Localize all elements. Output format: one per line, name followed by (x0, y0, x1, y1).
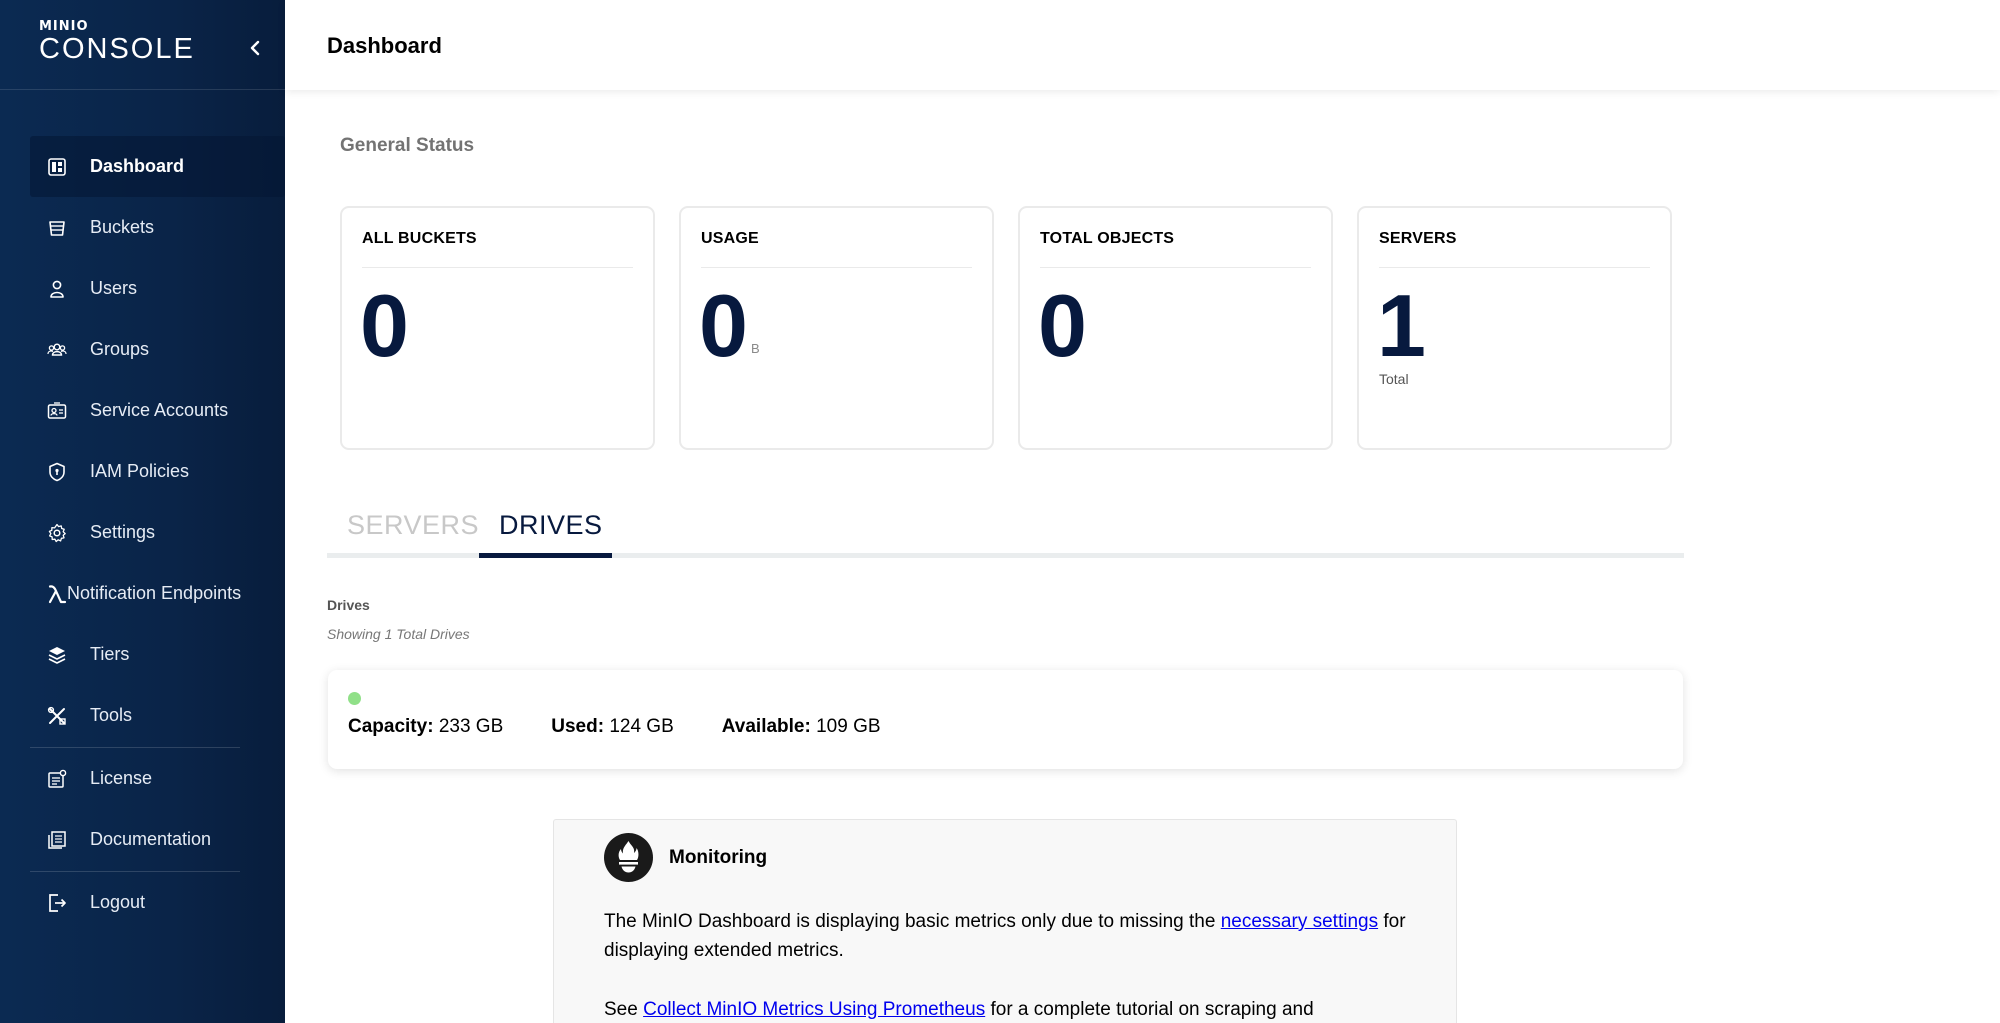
card-value: 0 (699, 276, 748, 375)
sidebar-menu: Dashboard Buckets Users Groups Service A… (30, 136, 285, 933)
monitoring-title: Monitoring (669, 847, 768, 868)
drives-label: Drives (327, 597, 370, 613)
monitoring-tutorial: See Collect MinIO Metrics Using Promethe… (604, 995, 1434, 1023)
card-divider (701, 267, 972, 268)
drives-subtitle: Showing 1 Total Drives (327, 626, 470, 642)
monitoring-text: See (604, 999, 644, 1020)
card-value: 0 (360, 276, 409, 375)
page-title: Dashboard (327, 33, 442, 58)
top-bar: Dashboard (285, 0, 2000, 90)
card-total-objects: TOTAL OBJECTS 0 (1018, 206, 1333, 450)
shield-icon (30, 462, 90, 482)
id-card-icon (30, 401, 90, 421)
dashboard-icon (30, 157, 90, 177)
sidebar-item-label: Logout (90, 892, 146, 912)
sidebar-item-label: License (90, 768, 153, 788)
card-title: ALL BUCKETS (362, 230, 477, 247)
groups-icon (30, 340, 90, 360)
sidebar-item-license[interactable]: License (30, 748, 240, 809)
section-title: General Status (340, 135, 475, 156)
drive-card[interactable]: Capacity: 233 GB Used: 124 GB Available:… (328, 670, 1683, 769)
drive-used: Used: 124 GB (551, 716, 674, 738)
monitoring-text: for a complete tutorial on scraping and (985, 999, 1314, 1020)
drive-status-indicator (348, 692, 361, 705)
tab-bar: SERVERS DRIVES (327, 500, 1684, 558)
tools-icon (30, 706, 90, 726)
tab-active-indicator (479, 553, 612, 558)
sidebar-item-label: Documentation (90, 829, 212, 849)
sidebar-item-label: Groups (90, 339, 150, 359)
card-all-buckets: ALL BUCKETS 0 (340, 206, 655, 450)
lambda-icon (30, 584, 67, 604)
sidebar-item-label: Tiers (90, 644, 130, 664)
necessary-settings-link[interactable]: necessary settings (1221, 911, 1378, 932)
capacity-value: 233 GB (438, 716, 504, 737)
sidebar-header: MINIO CONSOLE (0, 0, 285, 90)
layers-icon (30, 645, 90, 665)
sidebar-item-label: Settings (90, 522, 156, 542)
chevron-left-icon[interactable] (245, 38, 265, 58)
card-servers: SERVERS 1 Total (1357, 206, 1672, 450)
logo-console-text: CONSOLE (39, 33, 195, 65)
tab-servers[interactable]: SERVERS (347, 510, 479, 541)
sidebar-item-buckets[interactable]: Buckets (30, 197, 240, 258)
drive-available: Available: 109 GB (722, 716, 881, 738)
prometheus-icon (604, 833, 653, 882)
card-unit: B (751, 341, 760, 356)
bucket-icon (30, 218, 90, 238)
sidebar-item-service-accounts[interactable]: Service Accounts (30, 380, 240, 441)
sidebar-item-notification-endpoints[interactable]: Notification Endpoints (30, 563, 242, 624)
card-usage: USAGE 0 B (679, 206, 994, 450)
sidebar-item-iam-policies[interactable]: IAM Policies (30, 441, 240, 502)
used-value: 124 GB (609, 716, 674, 737)
monitoring-description: The MinIO Dashboard is displaying basic … (604, 907, 1434, 965)
sidebar-item-logout[interactable]: Logout (30, 872, 240, 933)
monitoring-text: The MinIO Dashboard is displaying basic … (604, 911, 1221, 932)
sidebar-item-label: Buckets (90, 217, 155, 237)
logout-icon (30, 893, 90, 913)
capacity-label: Capacity: (348, 716, 434, 737)
used-label: Used: (551, 716, 605, 737)
available-value: 109 GB (816, 716, 881, 737)
sidebar-item-users[interactable]: Users (30, 258, 240, 319)
card-divider (362, 267, 633, 268)
sidebar-item-label: Service Accounts (90, 400, 229, 420)
sidebar-item-label: Dashboard (90, 156, 185, 176)
card-divider (1379, 267, 1650, 268)
drive-stats: Capacity: 233 GB Used: 124 GB Available:… (348, 716, 929, 738)
prometheus-tutorial-link[interactable]: Collect MinIO Metrics Using Prometheus (643, 999, 985, 1020)
card-title: TOTAL OBJECTS (1040, 230, 1175, 247)
available-label: Available: (721, 716, 811, 737)
documentation-icon (30, 830, 90, 850)
gear-icon (30, 523, 90, 543)
user-icon (30, 279, 90, 299)
card-divider (1040, 267, 1311, 268)
monitoring-panel: Monitoring The MinIO Dashboard is displa… (553, 819, 1457, 1023)
sidebar-item-label: Tools (90, 705, 133, 725)
sidebar-item-tools[interactable]: Tools (30, 685, 240, 746)
card-value: 1 (1377, 276, 1426, 375)
sidebar-item-groups[interactable]: Groups (30, 319, 240, 380)
drive-capacity: Capacity: 233 GB (348, 716, 503, 738)
logo-minio-text: MINIO (39, 19, 89, 34)
sidebar-item-label: IAM Policies (90, 461, 190, 481)
tab-drives[interactable]: DRIVES (499, 510, 603, 541)
sidebar-item-label: Notification Endpoints (67, 583, 242, 603)
license-icon (30, 769, 90, 789)
sidebar-item-dashboard[interactable]: Dashboard (30, 136, 285, 197)
card-title: USAGE (701, 230, 759, 247)
sidebar-item-label: Users (90, 278, 138, 298)
sidebar-item-documentation[interactable]: Documentation (30, 809, 240, 870)
card-title: SERVERS (1379, 230, 1457, 247)
sidebar: MINIO CONSOLE Dashboard Buckets Users Gr… (0, 0, 285, 1023)
card-subtitle: Total (1379, 371, 1409, 387)
sidebar-item-settings[interactable]: Settings (30, 502, 240, 563)
card-value: 0 (1038, 276, 1087, 375)
sidebar-item-tiers[interactable]: Tiers (30, 624, 240, 685)
minio-console-logo[interactable]: MINIO CONSOLE (39, 20, 195, 65)
